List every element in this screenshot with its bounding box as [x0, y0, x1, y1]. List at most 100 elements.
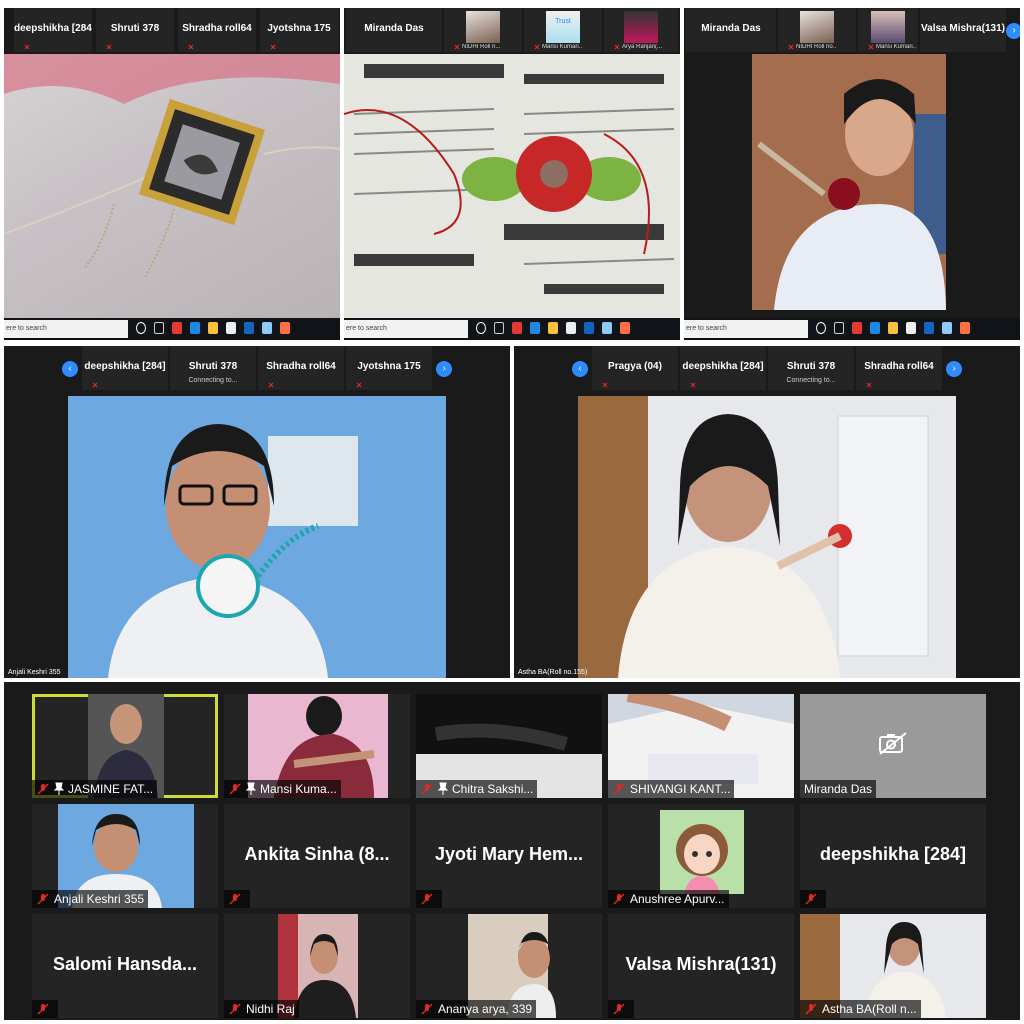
- thumb-name: Shradha roll64: [864, 361, 934, 372]
- taskview-icon[interactable]: [834, 322, 844, 334]
- next-page-arrow[interactable]: ›: [436, 361, 452, 377]
- folder-icon[interactable]: [548, 322, 558, 334]
- strip-thumb[interactable]: Jyotshna 175: [346, 346, 432, 390]
- edge-icon[interactable]: [530, 322, 540, 334]
- mic-muted-icon: [37, 1003, 49, 1015]
- thumb-name: NIDHI Roll no...: [796, 44, 836, 50]
- strip-thumb[interactable]: Shruti 378 Connecting to...: [768, 346, 854, 390]
- participant-name: Jyoti Mary Hem...: [434, 844, 584, 864]
- participant-tile[interactable]: Jyoti Mary Hem...: [416, 804, 602, 908]
- app-icon[interactable]: [942, 322, 952, 334]
- folder-icon[interactable]: [888, 322, 898, 334]
- participant-tile[interactable]: Nidhi Raj: [224, 914, 410, 1018]
- strip-thumb[interactable]: deepshikha [284]: [82, 346, 168, 390]
- strip-thumb[interactable]: Miranda Das: [686, 8, 776, 52]
- participant-label: Anushree Apurv...: [608, 890, 729, 908]
- pin-icon: [54, 782, 64, 795]
- strip-thumb[interactable]: Shradha roll64: [856, 346, 942, 390]
- connecting-status: Connecting to...: [188, 377, 238, 384]
- firefox-icon[interactable]: [280, 322, 290, 334]
- strip-thumb[interactable]: Valsa Mishra(131): [920, 8, 1006, 52]
- main-video: [344, 54, 680, 318]
- participant-tile[interactable]: Anushree Apurv...: [608, 804, 794, 908]
- speaker-video: [68, 396, 446, 678]
- screen-capture-3: Miranda Das NIDHI Roll no... Mansi Kumar…: [684, 8, 1020, 340]
- participant-tile[interactable]: JASMINE FAT...: [32, 694, 218, 798]
- strip-thumb[interactable]: Shruti 378: [96, 8, 174, 52]
- participant-name: Ankita Sinha (8...: [244, 844, 390, 864]
- participant-label: SHIVANGI KANT...: [608, 780, 735, 798]
- strip-thumb[interactable]: Arya Ranjan(...: [604, 8, 678, 52]
- circle-icon[interactable]: [476, 322, 486, 334]
- connecting-status: Connecting to...: [786, 377, 836, 384]
- taskbar-search[interactable]: ere to search: [4, 320, 128, 338]
- screen-capture-1: deepshikha [284] Shruti 378 Shradha roll…: [4, 8, 340, 340]
- prev-page-arrow[interactable]: ‹: [572, 361, 588, 377]
- mail-icon[interactable]: [924, 322, 934, 334]
- participant-tile[interactable]: Anjali Keshri 355: [32, 804, 218, 908]
- strip-thumb[interactable]: deepshikha [284]: [680, 346, 766, 390]
- thumb-name: Shruti 378: [110, 23, 160, 34]
- circle-icon[interactable]: [136, 322, 146, 334]
- participant-label: [800, 890, 826, 908]
- participant-tile[interactable]: Ankita Sinha (8...: [224, 804, 410, 908]
- strip-thumb[interactable]: Trust Mansi Kumari...: [524, 8, 602, 52]
- prev-page-arrow[interactable]: ‹: [62, 361, 78, 377]
- taskview-icon[interactable]: [494, 322, 504, 334]
- strip-thumb[interactable]: Jyotshna 175: [260, 8, 338, 52]
- mic-muted-icon: [602, 382, 608, 388]
- thumb-name: deepshikha [284]: [84, 361, 166, 372]
- chrome-icon[interactable]: [852, 322, 862, 334]
- participant-tile[interactable]: SHIVANGI KANT...: [608, 694, 794, 798]
- taskbar-search[interactable]: ere to search: [344, 320, 468, 338]
- edge-icon[interactable]: [190, 322, 200, 334]
- participant-tile[interactable]: Chitra Sakshi...: [416, 694, 602, 798]
- strip-thumb[interactable]: deepshikha [284]: [14, 8, 92, 52]
- participant-tile[interactable]: Salomi Hansda...: [32, 914, 218, 1018]
- participant-tile[interactable]: Miranda Das: [800, 694, 986, 798]
- taskview-icon[interactable]: [154, 322, 164, 334]
- firefox-icon[interactable]: [960, 322, 970, 334]
- next-page-arrow[interactable]: ›: [946, 361, 962, 377]
- strip-thumb[interactable]: Miranda Das: [346, 8, 442, 52]
- participant-name: Mansi Kuma...: [260, 782, 337, 796]
- mic-muted-icon: [788, 44, 794, 50]
- store-icon[interactable]: [226, 322, 236, 334]
- participant-label: Astha BA(Roll n...: [800, 1000, 921, 1018]
- taskbar-search[interactable]: ere to search: [684, 320, 808, 338]
- strip-thumb[interactable]: Pragya (04): [592, 346, 678, 390]
- thumb-name: Jyotshna 175: [267, 23, 331, 34]
- next-page-arrow[interactable]: ›: [1006, 23, 1020, 39]
- strip-thumb[interactable]: Mansi Kumari...: [858, 8, 918, 52]
- app-icon[interactable]: [262, 322, 272, 334]
- app-icon[interactable]: [602, 322, 612, 334]
- store-icon[interactable]: [906, 322, 916, 334]
- circle-icon[interactable]: [816, 322, 826, 334]
- participant-name: Miranda Das: [804, 782, 873, 796]
- participant-tile[interactable]: Ananya arya, 339: [416, 914, 602, 1018]
- mail-icon[interactable]: [584, 322, 594, 334]
- strip-thumb[interactable]: Shradha roll64: [178, 8, 256, 52]
- speaker-video: [578, 396, 956, 678]
- participant-tile[interactable]: deepshikha [284]: [800, 804, 986, 908]
- chrome-icon[interactable]: [172, 322, 182, 334]
- chrome-icon[interactable]: [512, 322, 522, 334]
- firefox-icon[interactable]: [620, 322, 630, 334]
- strip-thumb[interactable]: Shruti 378 Connecting to...: [170, 346, 256, 390]
- folder-icon[interactable]: [208, 322, 218, 334]
- store-icon[interactable]: [566, 322, 576, 334]
- participant-video: [752, 54, 946, 310]
- avatar: [660, 810, 744, 894]
- mail-icon[interactable]: [244, 322, 254, 334]
- strip-thumb[interactable]: Shradha roll64: [258, 346, 344, 390]
- participant-label: [608, 1000, 634, 1018]
- edge-icon[interactable]: [870, 322, 880, 334]
- participant-tile[interactable]: Astha BA(Roll n...: [800, 914, 986, 1018]
- participant-tile[interactable]: Mansi Kuma...: [224, 694, 410, 798]
- participant-tile[interactable]: Valsa Mishra(131): [608, 914, 794, 1018]
- strip-thumb[interactable]: NIDHI Roll no...: [778, 8, 856, 52]
- mic-muted-icon: [421, 893, 433, 905]
- screen-capture-4: ‹ deepshikha [284] Shruti 378 Connecting …: [4, 346, 510, 678]
- strip-thumb[interactable]: NIDHI Roll n...: [444, 8, 522, 52]
- participant-label: Anjali Keshri 355: [32, 890, 149, 908]
